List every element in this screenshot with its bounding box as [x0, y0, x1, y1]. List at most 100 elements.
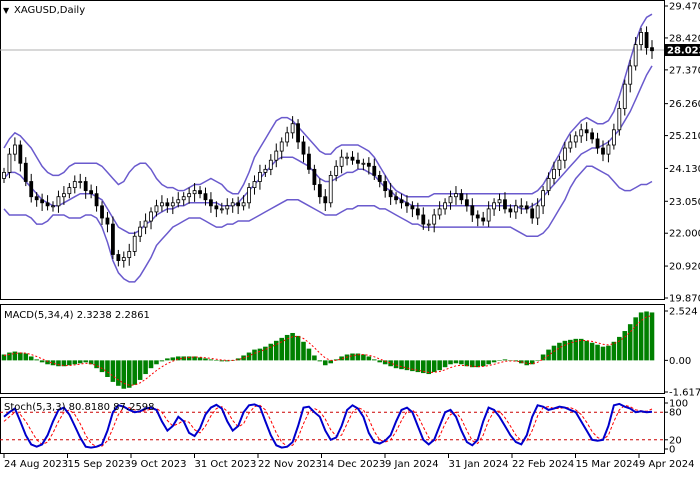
candle-body	[513, 205, 518, 213]
macd-bar	[132, 360, 137, 385]
candle-body	[617, 108, 622, 131]
x-tick-label: 9 Oct 2023	[131, 459, 186, 470]
macd-bar	[453, 360, 459, 364]
x-tick-label: 24 Aug 2023	[4, 459, 68, 470]
macd-bar	[595, 344, 600, 361]
macd-bar	[116, 360, 121, 386]
macd-bar	[644, 311, 649, 361]
macd-bar	[562, 340, 568, 361]
candle-body	[361, 162, 366, 165]
candle-body	[443, 202, 447, 210]
macd-bar	[268, 343, 274, 361]
macd-bar	[165, 358, 170, 361]
candle-body	[143, 220, 148, 228]
macd-bar	[94, 360, 99, 369]
macd-bar	[557, 342, 562, 361]
candle-body	[497, 199, 502, 204]
candle-body	[34, 196, 39, 201]
price-tick-label: 20.920	[669, 262, 700, 273]
candle-body	[437, 208, 442, 216]
macd-bar	[486, 360, 491, 365]
macd-bar	[214, 360, 219, 361]
macd-bar	[589, 342, 595, 361]
candle-body	[312, 168, 317, 185]
candle-body	[263, 168, 268, 173]
price-chart-title: XAGUSD,Daily	[14, 5, 85, 16]
macd-bar	[77, 360, 83, 364]
macd-bar	[502, 359, 508, 361]
candle-body	[62, 193, 66, 198]
candle-body	[214, 205, 219, 210]
candle-body	[334, 165, 339, 176]
macd-bar	[431, 360, 437, 373]
candle-body	[372, 165, 377, 176]
macd-bar	[121, 360, 127, 389]
candle-body	[459, 193, 464, 201]
candle-body	[230, 202, 235, 207]
macd-bar	[105, 360, 110, 377]
candle-body	[552, 168, 556, 179]
macd-bar	[219, 360, 225, 362]
symbol-dropdown-icon[interactable]: ▼	[3, 6, 10, 15]
stoch-tick-label: 0	[669, 445, 675, 456]
macd-bar	[252, 349, 257, 361]
candle-body	[307, 153, 311, 170]
candle-body	[154, 205, 159, 213]
macd-bar	[148, 360, 154, 369]
candle-body	[40, 199, 45, 204]
macd-bar	[497, 360, 502, 361]
candle-body	[241, 202, 246, 207]
candle-body	[633, 44, 638, 67]
candle-body	[51, 205, 55, 208]
macd-bar	[535, 360, 540, 361]
candle-body	[252, 181, 257, 188]
candle-body	[415, 208, 420, 216]
stoch-tick-label: 80	[669, 408, 682, 419]
candle-body	[557, 159, 562, 170]
macd-bar	[540, 354, 546, 361]
macd-bar	[622, 331, 628, 361]
candle-body	[454, 193, 458, 198]
candle-body	[45, 202, 50, 207]
candle-body	[138, 226, 143, 237]
macd-bar	[388, 360, 393, 367]
macd-bar	[295, 335, 301, 361]
macd-bar	[181, 356, 186, 361]
macd-bar	[600, 346, 606, 361]
candle-body	[2, 171, 6, 179]
candle-body	[72, 181, 77, 188]
candle-body	[492, 202, 496, 210]
x-tick-label: 31 Oct 2023	[195, 459, 257, 470]
candle-body	[377, 175, 382, 182]
macd-tick-label: 0.00	[669, 356, 691, 367]
candle-body	[301, 141, 306, 155]
price-tick-label: 23.050	[669, 197, 700, 208]
candle-body	[622, 83, 627, 109]
candle-body	[628, 65, 633, 85]
current-price-badge: 28.023	[665, 44, 700, 57]
candle-body	[644, 32, 649, 49]
candle-body	[503, 199, 507, 210]
candle-body	[12, 144, 17, 155]
candle-body	[356, 159, 360, 164]
candle-body	[524, 205, 529, 210]
macd-bar	[442, 360, 448, 368]
x-tick-label: 22 Nov 2023	[258, 459, 322, 470]
macd-bar	[649, 312, 655, 361]
stochastic-title: Stoch(5,3,3) 80.8180 87.2598	[4, 402, 155, 413]
candle-body	[83, 181, 88, 192]
candle-body	[606, 144, 611, 155]
x-tick-label: 14 Dec 2023	[322, 459, 386, 470]
candle-body	[595, 138, 600, 149]
candle-body	[225, 205, 230, 210]
macd-bar	[611, 341, 617, 361]
macd-bar	[399, 360, 404, 370]
candle-body	[258, 171, 262, 182]
candle-body	[165, 202, 170, 207]
candle	[328, 170, 333, 208]
price-tick-label: 22.000	[669, 229, 700, 240]
macd-bar	[573, 338, 579, 361]
candle-body	[89, 190, 94, 195]
candle-body	[274, 150, 279, 161]
candle-body	[317, 184, 322, 198]
